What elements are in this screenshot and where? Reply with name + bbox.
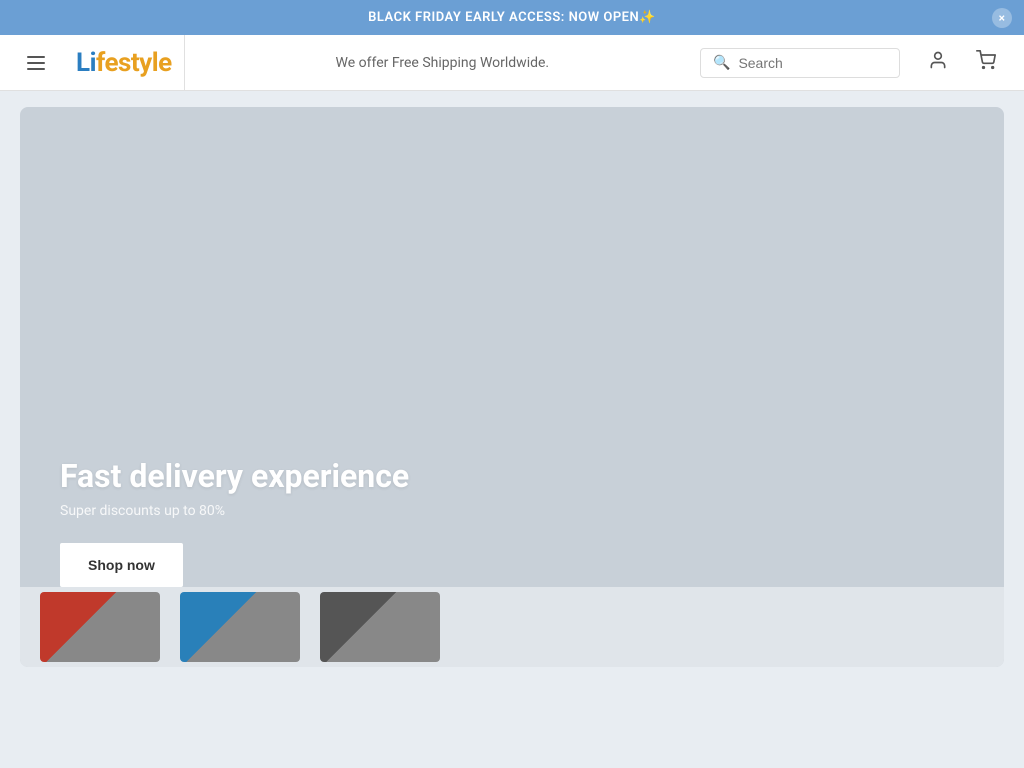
menu-button[interactable]: [16, 43, 56, 83]
product-thumbnail-2[interactable]: [180, 592, 300, 662]
shipping-banner-text: We offer Free Shipping Worldwide.: [193, 55, 692, 71]
banner-close-button[interactable]: ×: [992, 8, 1012, 28]
product-strip: [20, 587, 1004, 667]
search-icon: 🔍: [713, 55, 730, 71]
hero-subtitle: Super discounts up to 80%: [60, 503, 409, 519]
logo-part2: festyle: [96, 48, 172, 78]
main-content: Fast delivery experience Super discounts…: [0, 91, 1024, 683]
header-icons: [916, 41, 1008, 85]
logo: Lifestyle: [76, 48, 172, 78]
top-banner: BLACK FRIDAY EARLY ACCESS: NOW OPEN✨ ×: [0, 0, 1024, 35]
banner-text: BLACK FRIDAY EARLY ACCESS: NOW OPEN✨: [368, 10, 656, 25]
cart-button[interactable]: [964, 41, 1008, 85]
product-thumbnail-1[interactable]: [40, 592, 160, 662]
hero-text-area: Fast delivery experience Super discounts…: [60, 457, 409, 587]
hero-title: Fast delivery experience: [60, 457, 409, 495]
header: Lifestyle We offer Free Shipping Worldwi…: [0, 35, 1024, 91]
logo-part1: Li: [76, 48, 96, 78]
hamburger-icon: [27, 56, 45, 70]
product-thumbnail-3[interactable]: [320, 592, 440, 662]
shop-now-button[interactable]: Shop now: [60, 543, 183, 587]
close-icon: ×: [999, 11, 1006, 25]
search-input[interactable]: [738, 55, 887, 71]
hero-banner: Fast delivery experience Super discounts…: [20, 107, 1004, 667]
user-account-button[interactable]: [916, 41, 960, 85]
cart-icon: [976, 50, 996, 75]
search-bar[interactable]: 🔍: [700, 48, 900, 78]
logo-area[interactable]: Lifestyle: [64, 35, 185, 90]
user-icon: [928, 50, 948, 75]
